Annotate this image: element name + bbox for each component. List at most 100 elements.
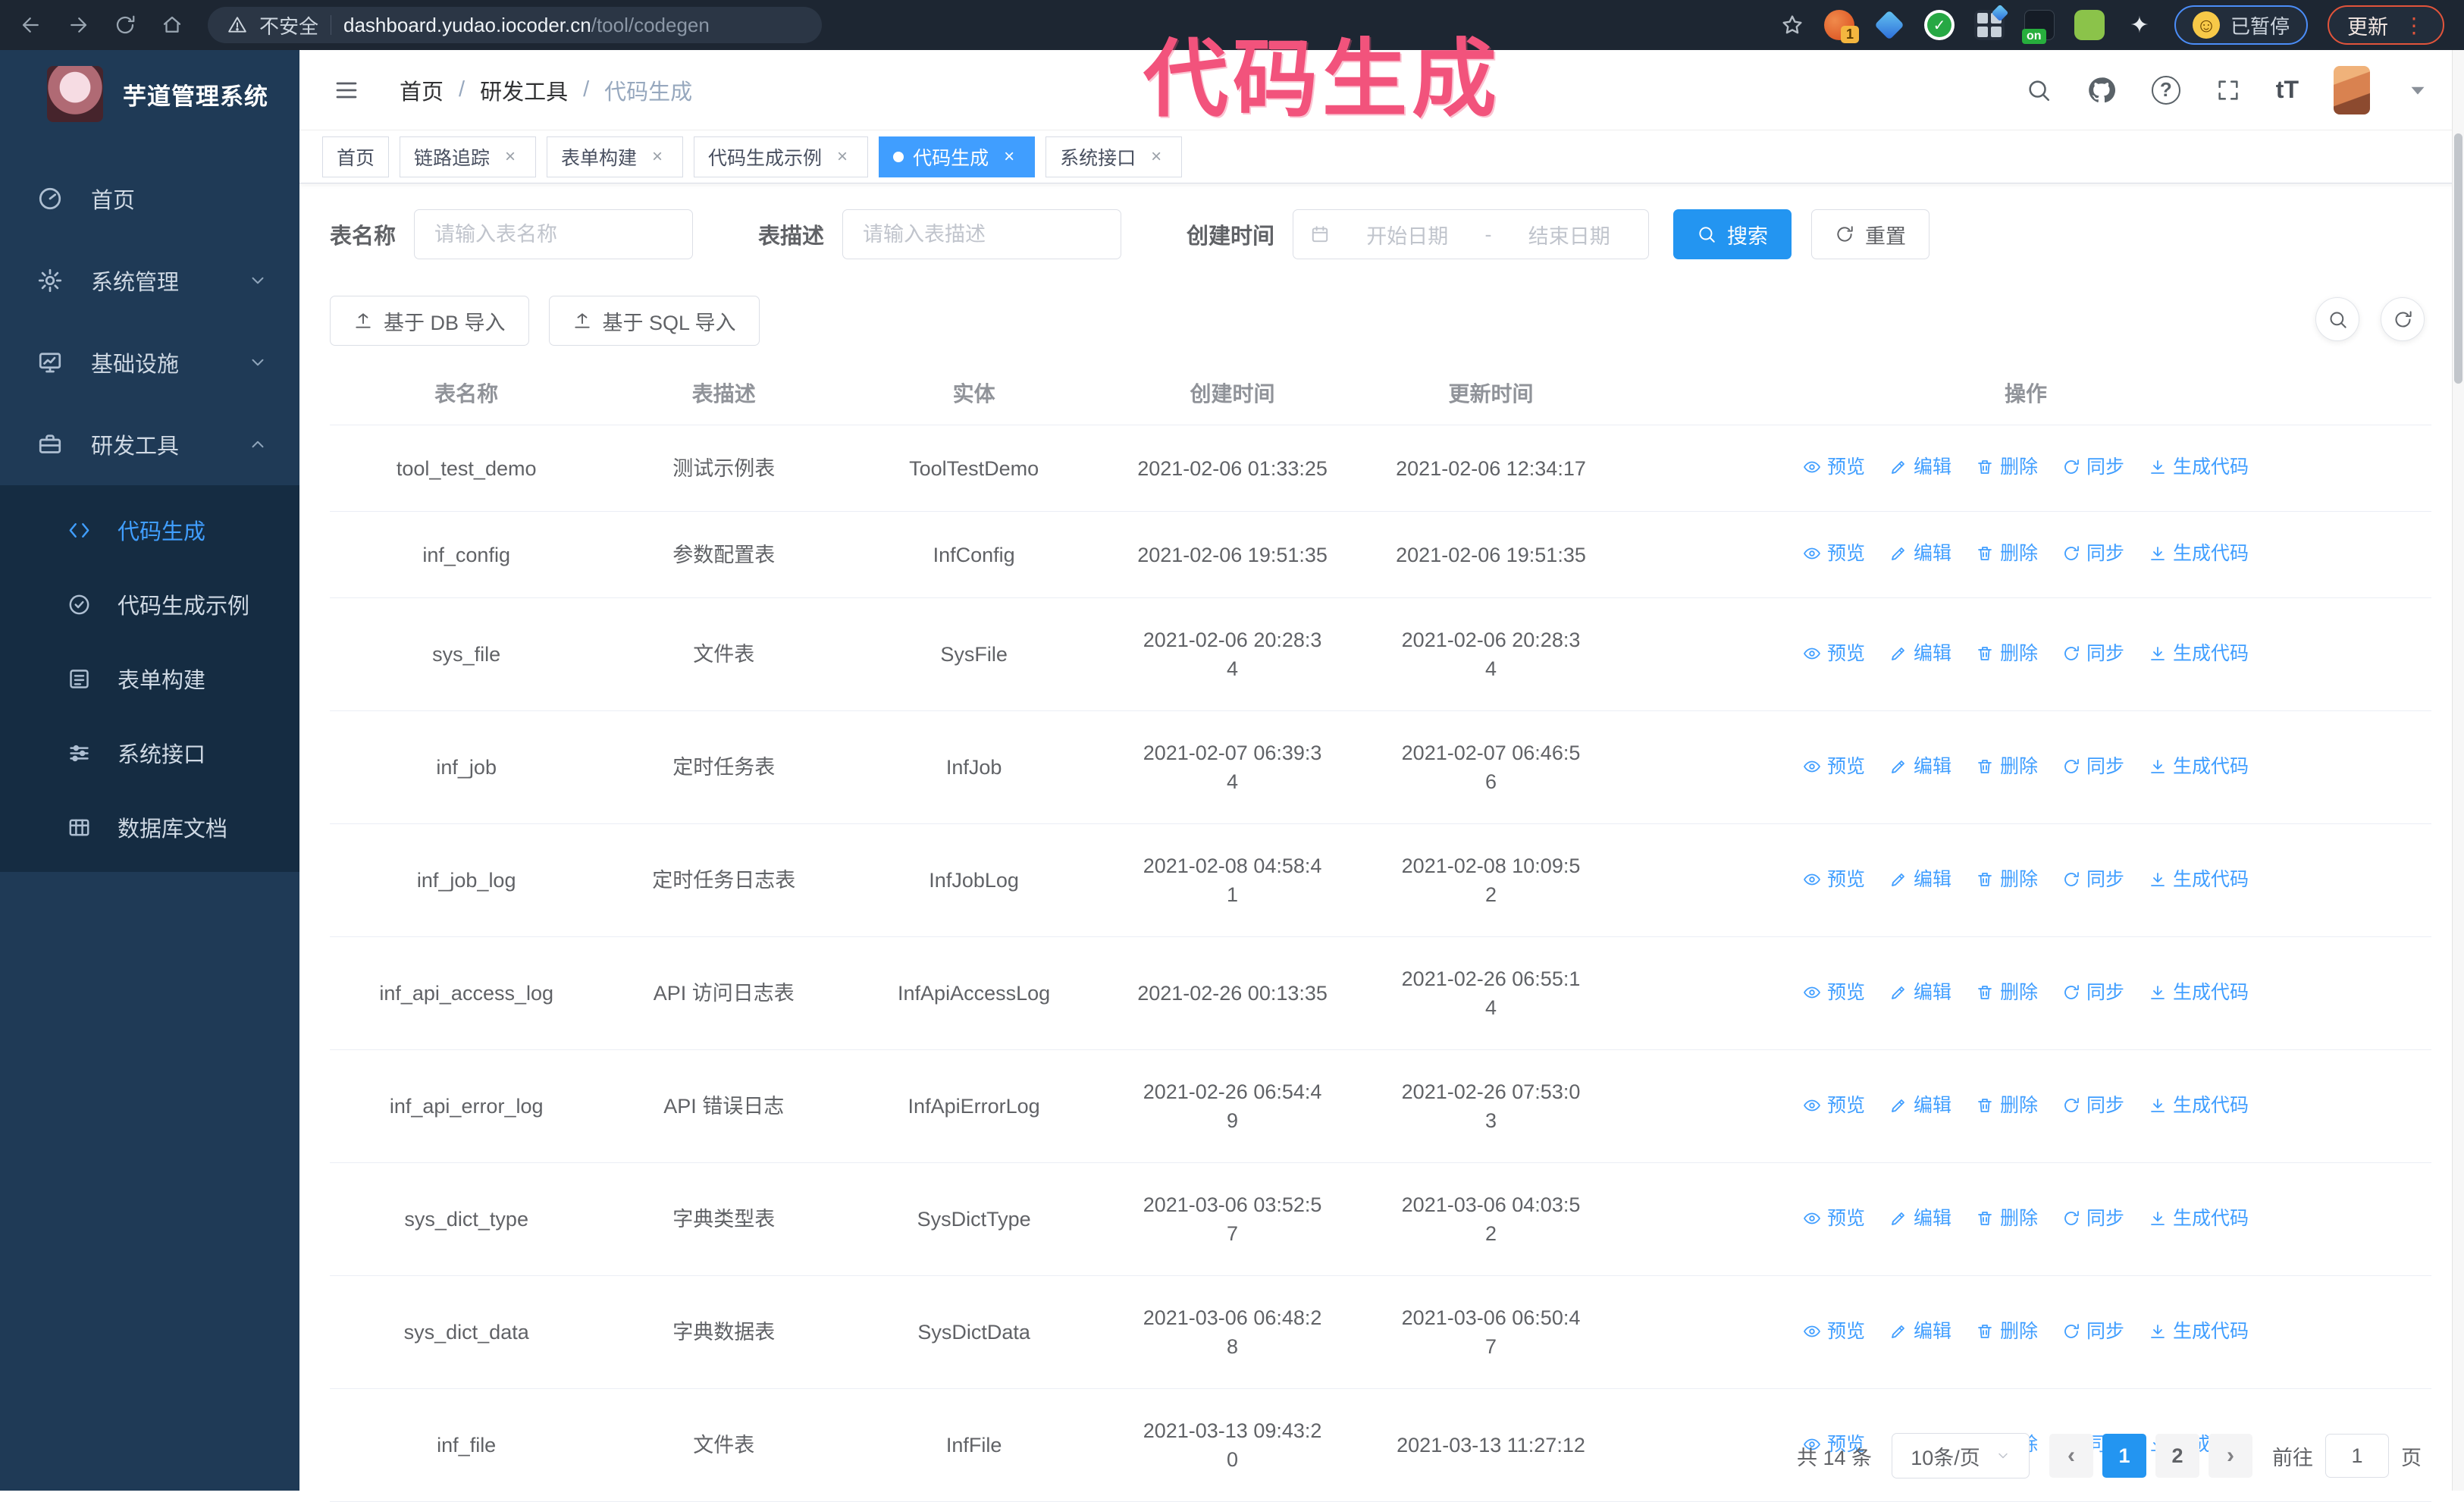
tab-form-builder[interactable]: 表单构建× <box>547 136 683 177</box>
fullscreen-icon[interactable] <box>2215 77 2241 103</box>
browser-reload-icon[interactable] <box>114 14 136 36</box>
op-edit-link[interactable]: 编辑 <box>1889 978 1951 1007</box>
pager-next-icon[interactable]: › <box>2209 1434 2252 1478</box>
sidebar-item-infra[interactable]: 基础设施 <box>0 321 299 403</box>
profile-paused-pill[interactable]: ☺ 已暂停 <box>2174 5 2308 45</box>
op-generate-link[interactable]: 生成代码 <box>2149 865 2249 894</box>
tab-codegen-example[interactable]: 代码生成示例× <box>694 136 868 177</box>
browser-update-button[interactable]: 更新 ⋮ <box>2328 5 2444 45</box>
op-edit-link[interactable]: 编辑 <box>1889 639 1951 668</box>
tab-system-api[interactable]: 系统接口× <box>1045 136 1182 177</box>
tab-home[interactable]: 首页 <box>322 136 389 177</box>
op-sync-link[interactable]: 同步 <box>2062 865 2124 894</box>
op-generate-link[interactable]: 生成代码 <box>2149 1204 2249 1233</box>
browser-menu-dots-icon[interactable]: ⋮ <box>2403 13 2425 38</box>
scrollbar-thumb[interactable] <box>2454 133 2462 384</box>
op-preview-link[interactable]: 预览 <box>1803 1204 1865 1233</box>
op-edit-link[interactable]: 编辑 <box>1889 453 1951 481</box>
page-1[interactable]: 1 <box>2102 1434 2146 1478</box>
op-delete-link[interactable]: 删除 <box>1976 865 2038 894</box>
op-edit-link[interactable]: 编辑 <box>1889 865 1951 894</box>
op-sync-link[interactable]: 同步 <box>2062 539 2124 568</box>
op-edit-link[interactable]: 编辑 <box>1889 752 1951 781</box>
op-preview-link[interactable]: 预览 <box>1803 1317 1865 1346</box>
github-icon[interactable] <box>2086 75 2117 105</box>
op-edit-link[interactable]: 编辑 <box>1889 539 1951 568</box>
tab-close-icon[interactable]: × <box>499 146 522 168</box>
table-desc-input[interactable] <box>842 209 1121 259</box>
page-2[interactable]: 2 <box>2155 1434 2199 1478</box>
op-generate-link[interactable]: 生成代码 <box>2149 978 2249 1007</box>
import-db-button[interactable]: 基于 DB 导入 <box>330 296 529 346</box>
start-date-placeholder[interactable]: 开始日期 <box>1345 220 1470 249</box>
sidebar-item-devtools[interactable]: 研发工具 <box>0 403 299 485</box>
sidebar-subitem-db-doc[interactable]: 数据库文档 <box>0 790 299 864</box>
tab-codegen[interactable]: 代码生成× <box>879 136 1035 177</box>
op-sync-link[interactable]: 同步 <box>2062 1204 2124 1233</box>
header-search-icon[interactable] <box>2026 77 2052 103</box>
sidebar-item-home[interactable]: 首页 <box>0 158 299 240</box>
browser-back-icon[interactable] <box>20 14 42 36</box>
toggle-search-button[interactable] <box>2315 297 2359 341</box>
user-avatar[interactable] <box>2334 66 2370 114</box>
address-bar[interactable]: 不安全 dashboard.yudao.iocoder.cn/tool/code… <box>208 7 822 43</box>
op-preview-link[interactable]: 预览 <box>1803 865 1865 894</box>
extension-check-icon[interactable]: ✓ <box>1924 10 1955 40</box>
op-delete-link[interactable]: 删除 <box>1976 752 2038 781</box>
op-generate-link[interactable]: 生成代码 <box>2149 752 2249 781</box>
op-sync-link[interactable]: 同步 <box>2062 639 2124 668</box>
tab-close-icon[interactable]: × <box>1145 146 1168 168</box>
op-preview-link[interactable]: 预览 <box>1803 752 1865 781</box>
op-sync-link[interactable]: 同步 <box>2062 978 2124 1007</box>
browser-home-icon[interactable] <box>161 14 183 36</box>
op-delete-link[interactable]: 删除 <box>1976 639 2038 668</box>
table-name-input[interactable] <box>414 209 693 259</box>
user-caret-down-icon[interactable] <box>2405 77 2431 103</box>
bookmark-star-icon[interactable] <box>1780 13 1804 37</box>
op-sync-link[interactable]: 同步 <box>2062 453 2124 481</box>
extension-firefox-icon[interactable]: 1 <box>1824 10 1854 40</box>
reset-button[interactable]: 重置 <box>1811 209 1930 259</box>
op-preview-link[interactable]: 预览 <box>1803 639 1865 668</box>
op-generate-link[interactable]: 生成代码 <box>2149 1317 2249 1346</box>
font-size-icon[interactable]: tT <box>2276 76 2299 104</box>
op-sync-link[interactable]: 同步 <box>2062 752 2124 781</box>
sidebar-subitem-codegen-example[interactable]: 代码生成示例 <box>0 567 299 641</box>
page-scrollbar[interactable] <box>2452 50 2464 1491</box>
extensions-puzzle-icon[interactable]: ✦ <box>2124 10 2155 40</box>
sidebar-logo-row[interactable]: 芋道管理系统 <box>0 50 299 138</box>
goto-page-input[interactable] <box>2325 1434 2389 1478</box>
date-range-picker[interactable]: 开始日期 - 结束日期 <box>1293 209 1649 259</box>
refresh-table-button[interactable] <box>2381 297 2425 341</box>
browser-forward-icon[interactable] <box>67 14 89 36</box>
op-generate-link[interactable]: 生成代码 <box>2149 639 2249 668</box>
help-icon[interactable]: ? <box>2152 76 2180 105</box>
op-preview-link[interactable]: 预览 <box>1803 978 1865 1007</box>
sidebar-subitem-system-api[interactable]: 系统接口 <box>0 716 299 790</box>
tab-close-icon[interactable]: × <box>998 146 1020 168</box>
end-date-placeholder[interactable]: 结束日期 <box>1507 220 1632 249</box>
page-size-select[interactable]: 10条/页 <box>1892 1433 2030 1478</box>
extension-droid-icon[interactable] <box>2074 10 2105 40</box>
op-delete-link[interactable]: 删除 <box>1976 1091 2038 1120</box>
extension-gem-icon[interactable] <box>1874 10 1904 40</box>
op-generate-link[interactable]: 生成代码 <box>2149 453 2249 481</box>
extension-grid-icon[interactable] <box>1974 10 2005 40</box>
op-edit-link[interactable]: 编辑 <box>1889 1204 1951 1233</box>
op-generate-link[interactable]: 生成代码 <box>2149 1091 2249 1120</box>
import-sql-button[interactable]: 基于 SQL 导入 <box>549 296 760 346</box>
pager-prev-icon[interactable]: ‹ <box>2049 1434 2093 1478</box>
op-delete-link[interactable]: 删除 <box>1976 539 2038 568</box>
op-sync-link[interactable]: 同步 <box>2062 1317 2124 1346</box>
op-delete-link[interactable]: 删除 <box>1976 1204 2038 1233</box>
sidebar-collapse-icon[interactable] <box>333 77 360 104</box>
op-delete-link[interactable]: 删除 <box>1976 453 2038 481</box>
op-delete-link[interactable]: 删除 <box>1976 978 2038 1007</box>
op-preview-link[interactable]: 预览 <box>1803 1091 1865 1120</box>
op-edit-link[interactable]: 编辑 <box>1889 1317 1951 1346</box>
sidebar-subitem-codegen[interactable]: 代码生成 <box>0 493 299 567</box>
op-preview-link[interactable]: 预览 <box>1803 453 1865 481</box>
tab-close-icon[interactable]: × <box>646 146 669 168</box>
search-button[interactable]: 搜索 <box>1673 209 1792 259</box>
tab-close-icon[interactable]: × <box>831 146 854 168</box>
